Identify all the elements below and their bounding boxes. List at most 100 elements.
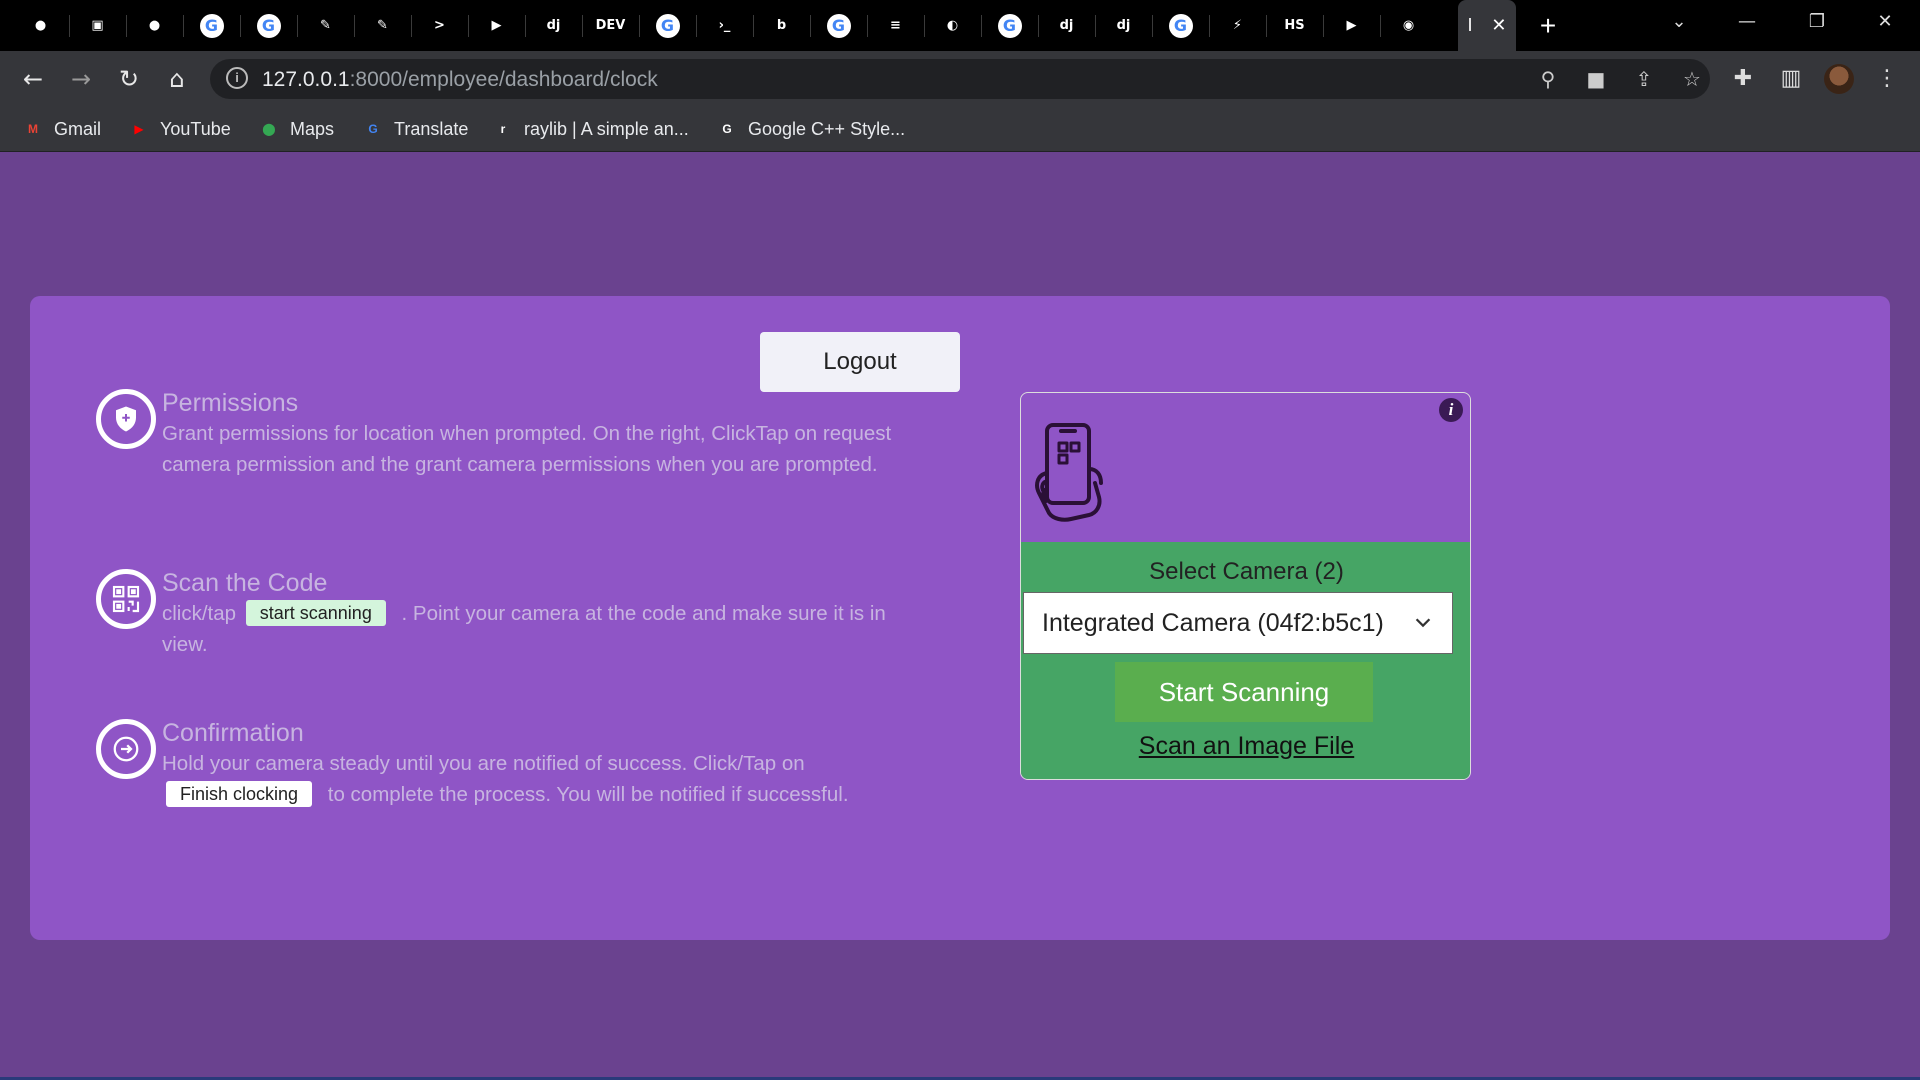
tab-strip: ● ▣ ● G G ✎ ✎ > ▶ dj DEV G ›_ b G ≡ ◐ Gdj dj G ⚡ HS ▶ ◉ I ✕ + ⌄…: [0, 0, 1920, 51]
step-body: click/tap start scanning . Point your ca…: [162, 599, 902, 660]
browser-tab[interactable]: ◐: [924, 0, 981, 51]
step-icon-circle: [96, 719, 156, 779]
reload-icon[interactable]: ↻: [112, 62, 146, 96]
browser-tab[interactable]: dj: [525, 0, 582, 51]
profile-avatar[interactable]: [1824, 64, 1854, 94]
camera-icon[interactable]: ■: [1582, 65, 1610, 93]
site-info-icon[interactable]: i: [226, 67, 248, 89]
close-tab-icon[interactable]: ✕: [1491, 15, 1506, 36]
info-icon[interactable]: i: [1439, 398, 1463, 422]
browser-tab[interactable]: ▶: [468, 0, 525, 51]
location-pin-icon[interactable]: ⚲: [1534, 65, 1562, 93]
google-icon: G: [1168, 13, 1193, 38]
maps-icon: ⬤: [262, 122, 276, 136]
browser-tab[interactable]: HS: [1266, 0, 1323, 51]
feather-icon: ✎: [377, 18, 388, 33]
camera-select-value: Integrated Camera (04f2:b5c1): [1042, 608, 1384, 637]
globe-icon: ◐: [946, 18, 959, 33]
browser-tab[interactable]: dj: [1038, 0, 1095, 51]
step-title: Permissions: [162, 389, 299, 417]
browser-tab[interactable]: ✎: [297, 0, 354, 51]
tab-separator: [1038, 15, 1039, 37]
browser-tab[interactable]: G: [240, 0, 297, 51]
tab-separator: [810, 15, 811, 37]
address-bar[interactable]: i 127.0.0.1:8000/employee/dashboard/cloc…: [210, 59, 1710, 99]
side-panel-icon[interactable]: ▥: [1776, 64, 1806, 94]
feather-icon: ✎: [320, 18, 331, 33]
browser-tab[interactable]: ≡: [867, 0, 924, 51]
clock-card: Logout Permissions Grant permissions for…: [30, 296, 1890, 940]
step-icon-circle: [96, 389, 156, 449]
terminal-icon: >: [434, 18, 445, 33]
bookmark-label: raylib | A simple an...: [524, 118, 689, 139]
select-camera-label: Select Camera (2): [1149, 558, 1344, 585]
tab-separator: [1209, 15, 1210, 37]
step-icon-circle: [96, 569, 156, 629]
step-body: Hold your camera steady until you are no…: [162, 749, 902, 810]
tab-separator: [639, 15, 640, 37]
arrow-right-icon: [113, 736, 139, 762]
tab-search-icon[interactable]: ⌄: [1656, 0, 1702, 44]
active-tab[interactable]: I ✕: [1458, 0, 1516, 51]
bookmark-item[interactable]: ▶ YouTube: [128, 116, 231, 142]
google-icon: G: [655, 13, 680, 38]
step-text-after: to complete the process. You will be not…: [327, 782, 849, 806]
browser-tab[interactable]: ●: [126, 0, 183, 51]
home-icon[interactable]: ⌂: [160, 62, 194, 96]
page-body: Logout Permissions Grant permissions for…: [0, 153, 1920, 1080]
bookmark-item[interactable]: G Google C++ Style...: [716, 116, 905, 142]
new-tab-button[interactable]: +: [1530, 8, 1566, 44]
start-scanning-button[interactable]: Start Scanning: [1115, 662, 1373, 722]
tab-separator: [696, 15, 697, 37]
terminal-icon: ›_: [718, 18, 731, 33]
tab-separator: [1152, 15, 1153, 37]
tab-separator: [753, 15, 754, 37]
tab-separator: [582, 15, 583, 37]
browser-tab[interactable]: ⚡: [1209, 0, 1266, 51]
browser-tab[interactable]: G: [1152, 0, 1209, 51]
logout-button[interactable]: Logout: [760, 332, 960, 392]
chevron-down-icon: [1415, 618, 1431, 628]
menu-icon[interactable]: ⋮: [1872, 64, 1902, 94]
close-window-icon[interactable]: ✕: [1862, 0, 1908, 44]
browser-tab[interactable]: b: [753, 0, 810, 51]
tab-separator: [126, 15, 127, 37]
share-icon[interactable]: ⇪: [1630, 65, 1658, 93]
browser-tab[interactable]: G: [639, 0, 696, 51]
browser-tab[interactable]: DEV: [582, 0, 639, 51]
extensions-icon[interactable]: ✚: [1728, 64, 1758, 94]
bookmark-item[interactable]: r raylib | A simple an...: [492, 116, 689, 142]
browser-tab[interactable]: ✎: [354, 0, 411, 51]
url-path: :8000/employee/dashboard/clock: [349, 68, 658, 91]
bookmark-item[interactable]: M Gmail: [22, 116, 101, 142]
bookmark-item[interactable]: G Translate: [362, 116, 468, 142]
browser-tab[interactable]: ●: [12, 0, 69, 51]
bookmark-label: Gmail: [54, 118, 102, 139]
django-icon: dj: [1116, 18, 1131, 33]
back-icon[interactable]: ←: [16, 62, 50, 96]
browser-tab[interactable]: >: [411, 0, 468, 51]
browser-tab[interactable]: G: [810, 0, 867, 51]
dashboard-icon: ▣: [91, 18, 104, 33]
forward-icon[interactable]: →: [64, 62, 98, 96]
browser-tab[interactable]: G: [981, 0, 1038, 51]
browser-tab[interactable]: ◉: [1380, 0, 1437, 51]
browser-tab[interactable]: G: [183, 0, 240, 51]
bookmark-item[interactable]: ⬤ Maps: [258, 116, 334, 142]
browser-tab[interactable]: ▶: [1323, 0, 1380, 51]
url-text[interactable]: 127.0.0.1:8000/employee/dashboard/clock: [262, 68, 658, 92]
phone-scan-icon: [1035, 423, 1103, 522]
step-title: Confirmation: [162, 719, 304, 747]
url-host: 127.0.0.1: [262, 68, 350, 91]
browser-tab[interactable]: ›_: [696, 0, 753, 51]
minimize-icon[interactable]: —: [1724, 0, 1770, 44]
dev-icon: DEV: [595, 18, 626, 33]
browser-tab[interactable]: ▣: [69, 0, 126, 51]
browser-tab[interactable]: dj: [1095, 0, 1152, 51]
bookmark-star-icon[interactable]: ☆: [1678, 65, 1706, 93]
bookmark-label: YouTube: [160, 118, 231, 139]
restore-icon[interactable]: ❐: [1794, 0, 1840, 44]
camera-select[interactable]: Integrated Camera (04f2:b5c1): [1023, 592, 1453, 654]
google-icon: G: [256, 13, 281, 38]
scan-image-file-link[interactable]: Scan an Image File: [1021, 732, 1470, 761]
